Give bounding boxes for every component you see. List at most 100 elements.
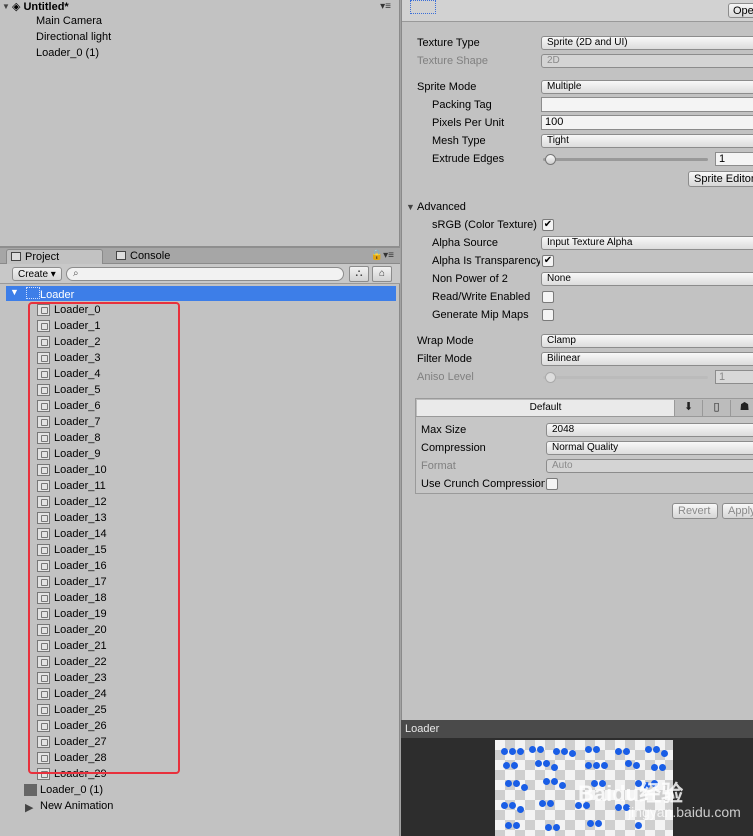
extrude-edges-field[interactable]: 1 <box>715 152 753 166</box>
advanced-foldout-icon[interactable]: ▼ <box>406 202 415 212</box>
sprite-item[interactable]: Loader_6 <box>36 398 101 414</box>
animation-asset[interactable]: ▶ New Animation <box>24 798 113 814</box>
sprite-item[interactable]: Loader_21 <box>36 638 107 654</box>
sprite-mode-dropdown[interactable]: Multiple <box>541 80 753 94</box>
tab-console[interactable]: Console <box>112 249 202 264</box>
search-input[interactable]: ⌕ <box>66 267 344 281</box>
sprite-item[interactable]: Loader_3 <box>36 350 101 366</box>
sprite-item[interactable]: Loader_1 <box>36 318 101 334</box>
sprite-label: Loader_25 <box>54 704 107 716</box>
prefab-asset[interactable]: Loader_0 (1) <box>24 782 103 798</box>
sprite-item[interactable]: Loader_22 <box>36 654 107 670</box>
filter-mode-dropdown[interactable]: Bilinear <box>541 352 753 366</box>
alpha-source-dropdown[interactable]: Input Texture Alpha <box>541 236 753 250</box>
scene-header[interactable]: ▼ ◈ Untitled* <box>0 0 396 14</box>
hierarchy-item[interactable]: Loader_0 (1) <box>36 45 99 61</box>
sprite-item[interactable]: Loader_11 <box>36 478 106 494</box>
pixels-per-unit-field[interactable]: 100 <box>541 115 753 130</box>
sprite-item[interactable]: Loader_13 <box>36 510 107 526</box>
sprite-item[interactable]: Loader_9 <box>36 446 101 462</box>
sprite-icon <box>37 768 50 780</box>
revert-button[interactable]: Revert <box>672 503 718 519</box>
sprite-item[interactable]: Loader_27 <box>36 734 107 750</box>
sprite-item[interactable]: Loader_7 <box>36 414 101 430</box>
search-icon: ⌕ <box>73 268 79 279</box>
sprite-frame-dot <box>505 822 512 829</box>
project-toolbar: Create ▾ ⌕ ⛬ ⌂ <box>0 264 400 284</box>
sprite-item[interactable]: Loader_23 <box>36 670 107 686</box>
wrap-mode-dropdown[interactable]: Clamp <box>541 334 753 348</box>
sprite-item[interactable]: Loader_19 <box>36 606 107 622</box>
preview-title[interactable]: Loader <box>401 720 753 738</box>
create-button[interactable]: Create ▾ <box>12 267 62 281</box>
hierarchy-menu-icon[interactable]: ▾≡ <box>380 1 391 12</box>
download-icon[interactable]: ⬇ <box>675 400 703 416</box>
packing-tag-field[interactable] <box>541 97 753 112</box>
sprite-label: Loader_28 <box>54 752 107 764</box>
open-button[interactable]: Open <box>728 3 753 18</box>
texture-icon <box>26 287 40 299</box>
sprite-editor-button[interactable]: Sprite Editor <box>688 171 753 187</box>
sprite-item[interactable]: Loader_28 <box>36 750 107 766</box>
lock-menu-icon[interactable]: 🔒▾≡ <box>371 250 394 261</box>
hierarchy-item[interactable]: Main Camera <box>36 13 102 29</box>
format-label: Format <box>421 460 456 472</box>
hierarchy-item[interactable]: Directional light <box>36 29 111 45</box>
mip-maps-checkbox[interactable] <box>542 309 554 321</box>
collapse-arrow-icon[interactable]: ▼ <box>0 2 12 11</box>
sprite-icon <box>37 432 50 444</box>
sprite-item[interactable]: Loader_20 <box>36 622 107 638</box>
sprite-item[interactable]: Loader_15 <box>36 542 107 558</box>
sprite-frame-dot <box>661 750 668 757</box>
extrude-edges-slider[interactable] <box>543 154 708 165</box>
folder-row-selected[interactable]: ▼ Loader <box>6 286 396 301</box>
read-write-checkbox[interactable] <box>542 291 554 303</box>
apply-button[interactable]: Apply <box>722 503 753 519</box>
mobile-icon[interactable]: ▯ <box>703 400 731 416</box>
mesh-type-dropdown[interactable]: Tight <box>541 134 753 148</box>
tab-project[interactable]: Project <box>6 249 103 264</box>
sprite-item[interactable]: Loader_12 <box>36 494 107 510</box>
sprite-item[interactable]: Loader_18 <box>36 590 107 606</box>
max-size-dropdown[interactable]: 2048 <box>546 423 753 437</box>
sprite-frame-dot <box>551 764 558 771</box>
sprite-item[interactable]: Loader_26 <box>36 718 107 734</box>
sprite-icon <box>37 400 50 412</box>
sprite-item[interactable]: Loader_4 <box>36 366 101 382</box>
sprite-item[interactable]: Loader_10 <box>36 462 107 478</box>
sprite-item[interactable]: Loader_2 <box>36 334 101 350</box>
non-power-of-2-dropdown[interactable]: None <box>541 272 753 286</box>
sprite-label: Loader_5 <box>54 384 101 396</box>
advanced-label[interactable]: Advanced <box>417 199 466 215</box>
sprite-item[interactable]: Loader_16 <box>36 558 107 574</box>
sprite-frame-dot <box>513 780 520 787</box>
android-icon[interactable]: ☗ <box>731 400 753 416</box>
compression-dropdown[interactable]: Normal Quality <box>546 441 753 455</box>
sprite-item[interactable]: Loader_14 <box>36 526 107 542</box>
alpha-is-transparency-checkbox[interactable]: ✔ <box>542 255 554 267</box>
sprite-frame-dot <box>553 824 560 831</box>
sprite-label: Loader_22 <box>54 656 107 668</box>
texture-type-dropdown[interactable]: Sprite (2D and UI) <box>541 36 753 50</box>
srgb-checkbox[interactable]: ✔ <box>542 219 554 231</box>
pixels-per-unit-label: Pixels Per Unit <box>432 117 505 129</box>
console-icon <box>116 251 126 260</box>
sprite-item[interactable]: Loader_5 <box>36 382 101 398</box>
crunch-checkbox[interactable] <box>546 478 558 490</box>
inspector-header: Open <box>402 0 753 22</box>
sprite-frame-dot <box>595 820 602 827</box>
sprite-item[interactable]: Loader_0 <box>36 302 101 318</box>
sprite-item[interactable]: Loader_17 <box>36 574 107 590</box>
sprite-frame-dot <box>535 760 542 767</box>
sprite-frame-dot <box>529 746 536 753</box>
filter-by-label-icon[interactable]: ⌂ <box>372 266 392 282</box>
sprite-item[interactable]: Loader_29 <box>36 766 107 782</box>
sprite-item[interactable]: Loader_25 <box>36 702 107 718</box>
filter-by-type-icon[interactable]: ⛬ <box>349 266 369 282</box>
sprite-frame-dot <box>651 764 658 771</box>
slider-knob[interactable] <box>545 154 556 165</box>
sprite-item[interactable]: Loader_24 <box>36 686 107 702</box>
tab-default-platform[interactable]: Default <box>417 400 675 416</box>
expand-arrow-icon[interactable]: ▼ <box>10 287 19 297</box>
sprite-item[interactable]: Loader_8 <box>36 430 101 446</box>
